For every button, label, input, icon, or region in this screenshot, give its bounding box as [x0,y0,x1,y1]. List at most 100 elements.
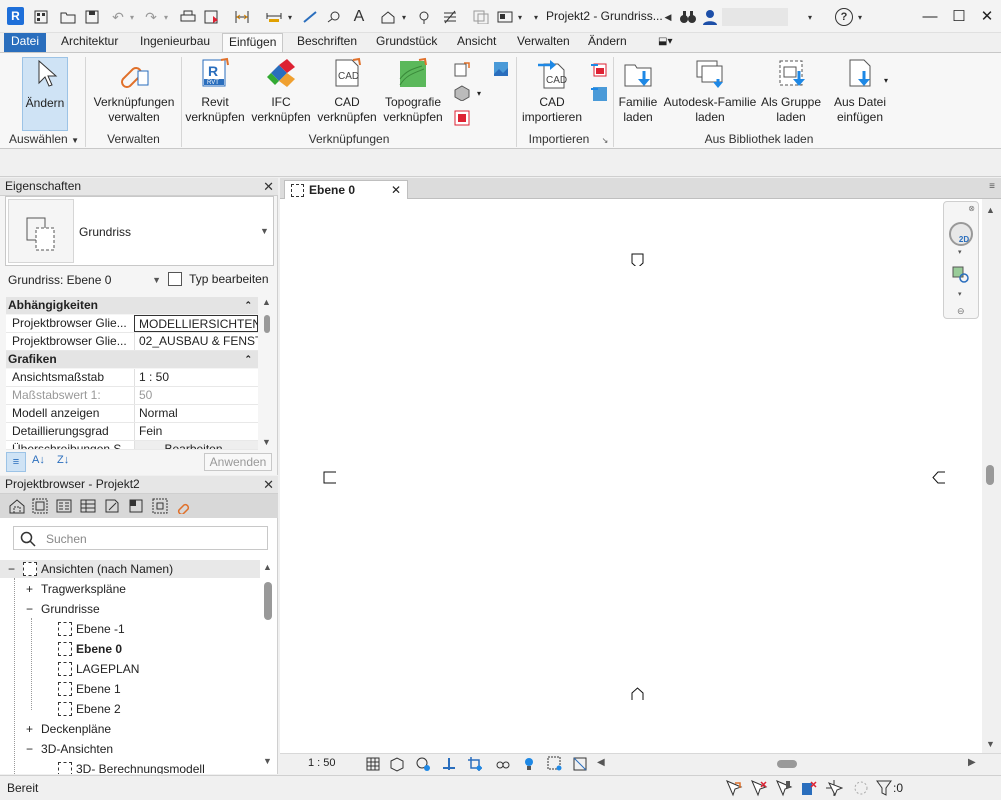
properties-scrollbar[interactable]: ▲ ▼ [260,297,274,452]
import-image-icon[interactable] [591,85,607,101]
insert-from-file-dropdown-icon[interactable]: ▾ [882,75,890,85]
prop-value[interactable]: Fein [134,423,258,440]
browser-schedules-icon[interactable] [79,497,97,515]
tree-item-structural-plans[interactable]: + Tragwerkspläne [26,580,126,598]
browser-links-icon[interactable] [175,497,193,515]
navbar-dropdown-icon[interactable]: ▾ [958,248,962,256]
import-pdf-icon[interactable] [591,61,607,77]
prop-value[interactable]: Normal [134,405,258,422]
tree-item-floor-plans[interactable]: − Grundrisse [26,600,100,618]
tag-icon[interactable] [302,8,318,26]
view-tab-level-0[interactable]: Ebene 0 ✕ [284,180,408,200]
point-cloud-icon[interactable] [454,85,470,101]
decal-icon[interactable] [454,61,470,77]
crop-view-icon[interactable] [466,756,484,772]
image-link-icon[interactable] [493,61,509,77]
user-dropdown-icon[interactable]: ▾ [805,8,815,26]
h-scroll-thumb[interactable] [777,760,797,768]
user-name[interactable] [722,8,788,26]
group-select-label[interactable]: Auswählen ▼ [4,132,84,146]
link-topography-button[interactable]: Topografie verknüpfen [382,57,444,125]
minimize-button[interactable]: — [915,6,945,28]
thin-lines-icon[interactable] [442,8,458,26]
prop-row-view-scale[interactable]: Ansichtsmaßstab 1 : 50 [6,369,258,387]
tree-item-level-0[interactable]: Ebene 0 [58,640,122,658]
scroll-down-icon[interactable]: ▼ [263,756,272,766]
scroll-up-icon[interactable]: ▲ [262,297,271,307]
open-icon[interactable] [60,8,76,26]
prop-row-browser-org-1[interactable]: Projektbrowser Glie... MODELLIERSICHTEN [6,315,258,333]
tab-view[interactable]: Ansicht [451,33,502,52]
section-constraints[interactable]: Abhängigkeiten ⌃ [6,297,258,314]
redo-icon[interactable]: ↷ [143,8,159,26]
section-icon[interactable] [416,8,432,26]
tree-item-site-plan[interactable]: LAGEPLAN [58,660,139,678]
show-crop-region-icon[interactable] [494,756,512,772]
tab-structure[interactable]: Ingenieurbau [134,33,216,52]
elevation-marker-south[interactable] [631,687,644,700]
filter-icon[interactable] [876,779,892,797]
tree-item-level-2[interactable]: Ebene 2 [58,700,121,718]
home-icon[interactable] [33,8,49,26]
scroll-thumb[interactable] [986,465,994,485]
tab-architecture[interactable]: Architektur [55,33,124,52]
canvas-vertical-scrollbar[interactable]: ▲ ▼ [982,199,999,753]
visual-style-icon[interactable] [388,756,406,772]
close-window-button[interactable]: ✕ [972,6,1001,28]
dimension-dropdown-icon[interactable]: ▾ [286,8,294,26]
instance-selector[interactable]: Grundriss: Ebene 0 ▼ [5,270,163,290]
sort-descending-icon[interactable]: Z↓ [57,454,69,466]
browser-groups-icon[interactable] [151,497,169,515]
drawing-canvas[interactable]: ⊗ 2D ▾ ▾ ⊖ [280,199,992,753]
3d-dropdown-icon[interactable]: ▾ [400,8,408,26]
zoom-region-icon[interactable] [952,266,970,284]
measure-icon[interactable] [234,8,250,26]
edit-type-button[interactable]: Typ bearbeiten [168,269,272,290]
redo-dropdown-icon[interactable]: ▾ [162,8,170,26]
worksharing-display-icon[interactable] [571,756,589,772]
undo-icon[interactable]: ↶ [110,8,126,26]
contextual-tab-toggle-icon[interactable]: ⬓▾ [652,33,678,52]
switch-windows-icon[interactable] [497,8,513,26]
sun-path-icon[interactable] [414,756,432,772]
prop-row-display-model[interactable]: Modell anzeigen Normal [6,405,258,423]
h-scroll-right-icon[interactable]: ▶ [968,757,976,768]
browser-search-input[interactable]: Suchen [13,526,268,550]
navbar-options-icon[interactable]: ⊖ [957,306,965,317]
prop-row-browser-org-2[interactable]: Projektbrowser Glie... 02_AUSBAU & FENST… [6,333,258,351]
tab-manage[interactable]: Verwalten [511,33,576,52]
link-cad-button[interactable]: CAD CAD verknüpfen [316,57,378,125]
prop-value-input[interactable]: MODELLIERSICHTEN [134,315,258,332]
edit-overrides-button[interactable]: Bearbeiten... [134,441,258,449]
view-tabs-menu-icon[interactable]: ≡ [989,181,995,192]
leader-icon[interactable] [326,8,342,26]
scroll-thumb[interactable] [264,315,270,333]
temporary-hide-icon[interactable] [520,756,538,772]
app-menu-button[interactable]: R [7,7,24,25]
tree-item-ceiling-plans[interactable]: + Deckenpläne [26,720,111,738]
prop-row-scale-value[interactable]: Maßstabswert 1: 50 [6,387,258,405]
sort-ascending-icon[interactable]: A↓ [32,454,45,466]
tab-file[interactable]: Datei [4,33,46,52]
background-process-icon[interactable] [852,779,870,797]
tab-annotate[interactable]: Beschriften [291,33,363,52]
scroll-up-icon[interactable]: ▲ [263,562,272,572]
prop-value[interactable]: 1 : 50 [134,369,258,386]
text-icon[interactable]: A [351,8,367,26]
scroll-up-icon[interactable]: ▲ [986,205,995,215]
help-button[interactable]: ? [835,8,853,26]
scroll-down-icon[interactable]: ▼ [262,437,271,447]
customize-qa-icon[interactable]: ▾ [531,8,541,26]
tab-insert[interactable]: Einfügen [222,33,284,53]
select-links-icon[interactable] [725,779,743,797]
point-cloud-dropdown-icon[interactable]: ▾ [474,85,484,101]
maximize-button[interactable]: ☐ [944,6,974,28]
browser-scrollbar[interactable]: ▲ ▼ [261,560,275,772]
elevation-marker-east[interactable] [932,471,945,484]
insert-from-file-button[interactable]: Aus Datei einfügen [828,57,892,125]
browser-views-icon[interactable] [31,497,49,515]
detail-level-icon[interactable] [364,756,382,772]
switch-windows-dropdown-icon[interactable]: ▾ [516,8,524,26]
tree-item-3d-views[interactable]: −3D-Ansichten [26,740,113,758]
view-tab-close-icon[interactable]: ✕ [391,181,401,199]
